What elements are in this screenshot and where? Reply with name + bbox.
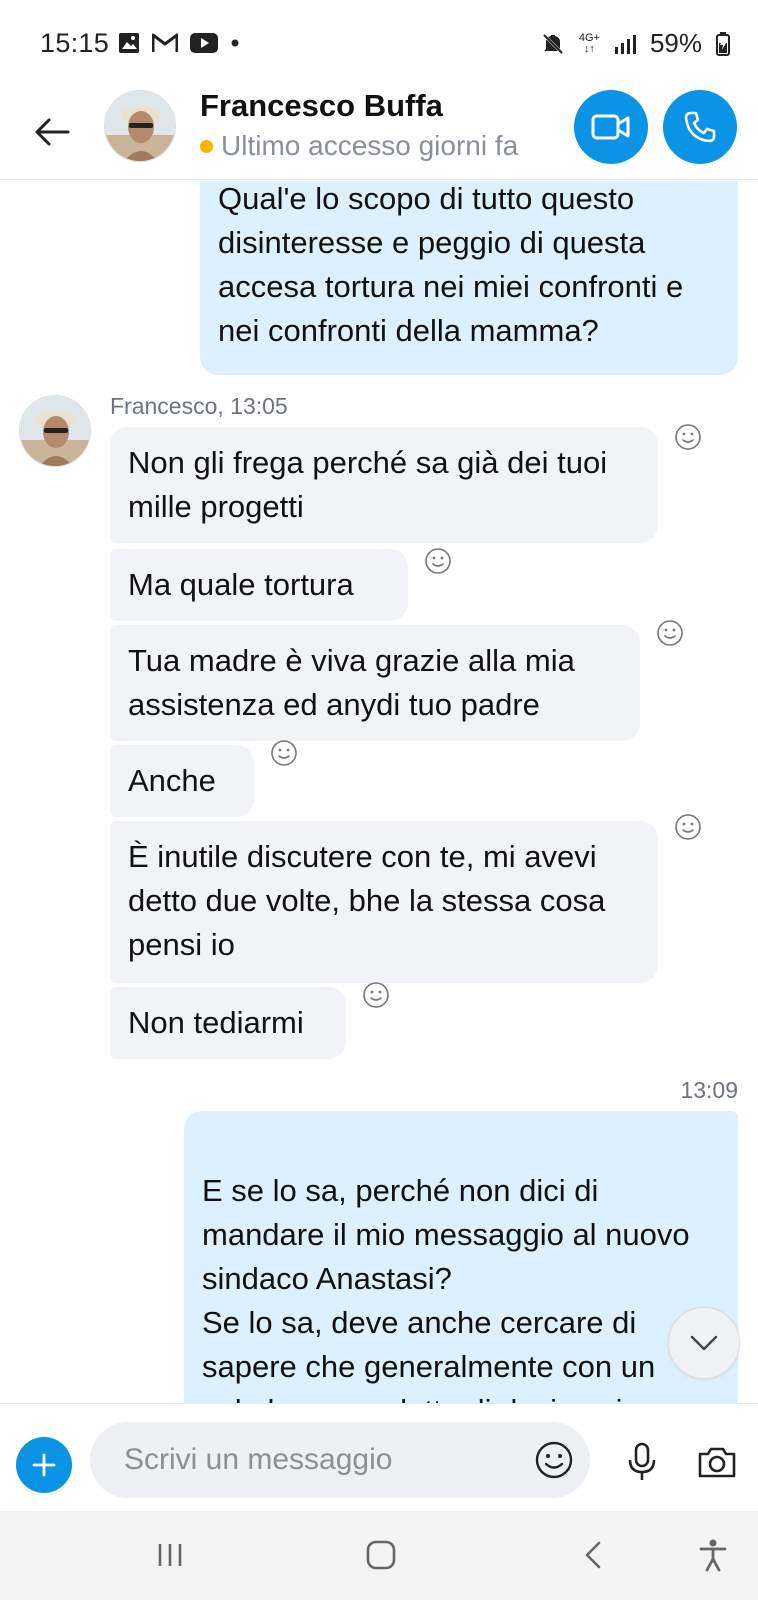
accessibility-icon: [699, 1539, 727, 1572]
battery-percent: 59%: [649, 28, 702, 58]
system-icons: 4G+ ↓↑ 59%: [541, 28, 730, 59]
contact-avatar[interactable]: [104, 90, 176, 162]
gmail-icon: [152, 33, 178, 52]
chat-header: Francesco Buffa Ultimo accesso giorni fa: [0, 86, 758, 180]
notification-icons: [118, 32, 240, 54]
audio-call-button[interactable]: [663, 90, 737, 164]
outgoing-message[interactable]: E se lo sa, perché non dici di mandare i…: [184, 1111, 738, 1403]
message-text: E se lo sa, perché non dici di mandare i…: [202, 1173, 693, 1403]
message-timestamp: 13:09: [680, 1077, 738, 1103]
chevron-down-icon: [690, 1335, 718, 1351]
camera-icon[interactable]: [696, 1444, 738, 1480]
message-text: È inutile discutere con te, mi avevi det…: [128, 839, 606, 962]
add-reaction-icon[interactable]: [656, 619, 684, 647]
add-reaction-icon[interactable]: [674, 813, 702, 841]
system-nav-bar: [0, 1511, 758, 1600]
signal-icon: [614, 34, 636, 54]
presence-text: Ultimo accesso giorni fa: [221, 130, 519, 161]
recents-icon: [158, 1544, 182, 1566]
incoming-message[interactable]: Non gli frega perché sa già dei tuoi mil…: [110, 427, 658, 543]
message-input[interactable]: [90, 1422, 590, 1498]
incoming-message[interactable]: È inutile discutere con te, mi avevi det…: [110, 821, 658, 983]
add-reaction-icon[interactable]: [674, 423, 702, 451]
plus-icon: [32, 1453, 56, 1477]
video-camera-icon: [591, 114, 630, 140]
incoming-message[interactable]: Non tediarmi: [110, 987, 346, 1059]
image-icon: [119, 33, 139, 53]
status-time: 15:15: [40, 28, 110, 58]
add-reaction-icon[interactable]: [362, 981, 390, 1009]
message-text: Tua madre è viva grazie alla mia assiste…: [128, 643, 575, 722]
avatar-photo: [105, 91, 175, 161]
dot-icon: [231, 39, 239, 47]
away-dot-icon: [200, 139, 213, 153]
add-reaction-icon[interactable]: [270, 739, 298, 767]
phone-icon: [684, 111, 716, 143]
message-text: Anche: [128, 763, 216, 798]
back-nav-button[interactable]: [573, 1535, 613, 1575]
arrow-left-icon: [35, 118, 70, 146]
avatar-photo: [20, 396, 90, 466]
outgoing-message[interactable]: Qual'e lo scopo di tutto questo disinter…: [200, 181, 738, 375]
microphone-icon[interactable]: [624, 1442, 660, 1482]
emoji-icon[interactable]: [534, 1440, 574, 1480]
incoming-message[interactable]: Tua madre è viva grazie alla mia assiste…: [110, 625, 640, 741]
home-icon: [366, 1540, 396, 1570]
add-content-button[interactable]: [16, 1437, 72, 1493]
message-text: Non tediarmi: [128, 1005, 304, 1040]
presence-status: Ultimo accesso giorni fa: [200, 130, 518, 162]
recent-apps-button[interactable]: [150, 1535, 190, 1575]
add-reaction-icon[interactable]: [424, 547, 452, 575]
incoming-message[interactable]: Anche: [110, 745, 254, 817]
battery-icon: [716, 31, 730, 56]
message-text: Qual'e lo scopo di tutto questo disinter…: [218, 181, 684, 348]
message-text: Ma quale tortura: [128, 567, 354, 602]
sender-timestamp: Francesco, 13:05: [110, 393, 288, 419]
message-text: Non gli frega perché sa già dei tuoi mil…: [128, 445, 608, 524]
mute-icon: [542, 33, 563, 54]
accessibility-button[interactable]: [693, 1535, 733, 1575]
incoming-message[interactable]: Ma quale tortura: [110, 549, 408, 621]
chevron-left-icon: [585, 1541, 601, 1569]
scroll-to-bottom-button[interactable]: [668, 1307, 740, 1379]
status-bar: 15:15 4G+ ↓↑ 59%: [0, 0, 758, 86]
home-button[interactable]: [361, 1535, 401, 1575]
video-call-button[interactable]: [574, 90, 648, 164]
network-type: 4G+ ↓↑: [578, 31, 600, 55]
back-button[interactable]: [28, 108, 76, 156]
youtube-icon: [190, 33, 218, 53]
message-list[interactable]: Qual'e lo scopo di tutto questo disinter…: [0, 181, 758, 1403]
sender-avatar[interactable]: [19, 395, 91, 467]
contact-name[interactable]: Francesco Buffa: [200, 88, 443, 124]
message-composer: [0, 1403, 758, 1511]
